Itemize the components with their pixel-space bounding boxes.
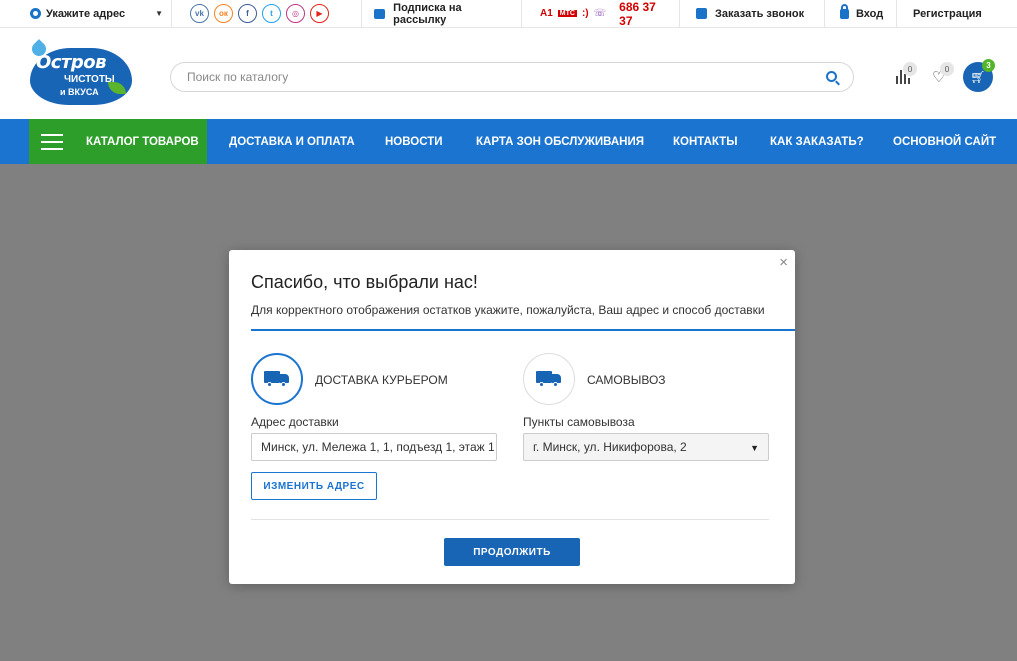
favorites-count-badge: 0 — [940, 62, 954, 76]
pickup-field-label: Пункты самовывоза — [523, 415, 635, 429]
phone-icon — [696, 8, 707, 19]
a1-icon: A1 — [540, 8, 553, 19]
viber-icon: ☏ — [593, 8, 607, 19]
register-link[interactable]: Регистрация — [897, 0, 994, 28]
truck-icon — [264, 371, 290, 387]
life-icon: :) — [581, 8, 589, 19]
modal-title: Спасибо, что выбрали нас! — [251, 272, 478, 292]
search-icon[interactable] — [826, 71, 837, 82]
envelope-icon — [374, 8, 386, 19]
twitter-icon[interactable]: t — [262, 4, 281, 23]
social-links: vk ок f t ◎ ▶ — [172, 0, 362, 28]
search-bar — [170, 62, 854, 92]
phone-block[interactable]: A1 МТС :) ☏ 686 37 37 — [522, 0, 680, 28]
menu-icon — [41, 133, 63, 150]
pickup-point-select[interactable]: г. Минск, ул. Никифорова, 2 ▼ — [523, 433, 769, 461]
address-selector-label: Укажите адрес — [46, 7, 126, 20]
phone-number[interactable]: 686 37 37 — [619, 0, 667, 28]
modal-footer-divider — [251, 519, 769, 520]
login-link[interactable]: Вход — [825, 0, 897, 28]
location-pin-icon — [30, 7, 41, 19]
header: Остров ЧИСТОТЫ и ВКУСА 0 ♡ 0 🛒︎ 3 — [0, 28, 1017, 119]
pickup-point-value: г. Минск, ул. Никифорова, 2 — [533, 440, 687, 454]
chevron-down-icon: ▼ — [750, 443, 759, 453]
truck-icon — [536, 371, 562, 387]
mts-icon: МТС — [557, 10, 577, 17]
nav-item-contacts[interactable]: КОНТАКТЫ — [673, 119, 737, 164]
nav-item-delivery[interactable]: ДОСТАВКА И ОПЛАТА — [229, 119, 355, 164]
lock-icon — [840, 3, 849, 19]
subscribe-label: Подписка на рассылку — [393, 1, 462, 26]
logo-text-3: и ВКУСА — [60, 87, 99, 97]
modal-subtitle: Для корректного отображения остатков ука… — [251, 303, 765, 317]
login-label: Вход — [856, 7, 884, 20]
address-selector[interactable]: Укажите адрес ▼ — [0, 0, 172, 28]
logo-text-1: Остров — [36, 52, 107, 73]
instagram-icon[interactable]: ◎ — [286, 4, 305, 23]
continue-button[interactable]: ПРОДОЛЖИТЬ — [444, 538, 580, 566]
pickup-option-label[interactable]: САМОВЫВОЗ — [587, 373, 666, 387]
vk-icon[interactable]: vk — [190, 4, 209, 23]
courier-option[interactable] — [251, 353, 303, 405]
modal-header-divider — [251, 329, 795, 331]
pickup-option[interactable] — [523, 353, 575, 405]
youtube-icon[interactable]: ▶ — [310, 4, 329, 23]
cart-icon: 🛒︎ — [970, 70, 986, 84]
nav-item-service-map[interactable]: КАРТА ЗОН ОБСЛУЖИВАНИЯ — [476, 119, 644, 164]
nav-item-how-to-order[interactable]: КАК ЗАКАЗАТЬ? — [770, 119, 864, 164]
chevron-down-icon: ▼ — [155, 8, 163, 18]
search-input[interactable] — [187, 70, 807, 84]
subscribe-link[interactable]: Подписка на рассылку — [362, 0, 522, 28]
site-logo[interactable]: Остров ЧИСТОТЫ и ВКУСА — [29, 39, 132, 105]
callback-label: Заказать звонок — [715, 7, 805, 20]
delivery-modal: × Спасибо, что выбрали нас! Для корректн… — [229, 250, 795, 584]
delivery-address-input[interactable] — [251, 433, 497, 461]
change-address-button[interactable]: ИЗМЕНИТЬ АДРЕС — [251, 472, 377, 500]
address-field-label: Адрес доставки — [251, 415, 339, 429]
callback-button[interactable]: Заказать звонок — [680, 0, 825, 28]
nav-item-news[interactable]: НОВОСТИ — [385, 119, 443, 164]
compare-count-badge: 0 — [903, 62, 917, 76]
top-bar: Укажите адрес ▼ vk ок f t ◎ ▶ Подписка н… — [0, 0, 1017, 28]
nav-item-main-site[interactable]: ОСНОВНОЙ САЙТ — [893, 119, 996, 164]
cart-count-badge: 3 — [982, 59, 995, 72]
catalog-button[interactable]: КАТАЛОГ ТОВАРОВ — [29, 119, 207, 164]
ok-icon[interactable]: ок — [214, 4, 233, 23]
courier-option-label[interactable]: ДОСТАВКА КУРЬЕРОМ — [315, 373, 448, 387]
close-icon[interactable]: × — [779, 254, 788, 271]
facebook-icon[interactable]: f — [238, 4, 257, 23]
catalog-label: КАТАЛОГ ТОВАРОВ — [86, 135, 199, 148]
main-nav: КАТАЛОГ ТОВАРОВ ДОСТАВКА И ОПЛАТА НОВОСТ… — [0, 119, 1017, 164]
